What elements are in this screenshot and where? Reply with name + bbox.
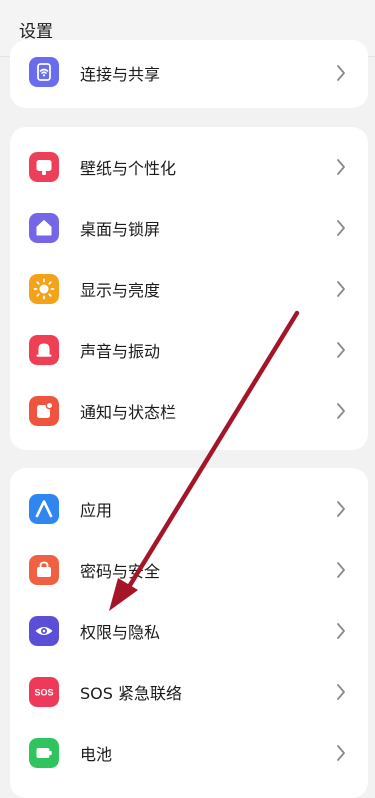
wallpaper-icon	[29, 152, 59, 182]
eye-icon	[29, 616, 59, 646]
settings-group-system: 应用 密码与安全 权限与隐私 SOS SOS 紧急联络 电池	[10, 468, 368, 798]
settings-item-label: 连接与共享	[80, 65, 161, 84]
chevron-right-icon	[336, 341, 346, 359]
settings-item-wallpaper[interactable]: 壁纸与个性化	[10, 136, 368, 197]
settings-item-password-security[interactable]: 密码与安全	[10, 539, 368, 600]
apps-icon	[29, 494, 59, 524]
wifi-share-icon	[29, 57, 59, 87]
settings-group-personalization: 壁纸与个性化 桌面与锁屏 显示与亮度 声音与振动 通知与状态栏	[10, 127, 368, 450]
settings-item-display-brightness[interactable]: 显示与亮度	[10, 258, 368, 319]
chevron-right-icon	[336, 622, 346, 640]
chevron-right-icon	[336, 500, 346, 518]
chevron-right-icon	[336, 683, 346, 701]
settings-item-label: SOS 紧急联络	[80, 684, 182, 703]
lock-bag-icon	[29, 555, 59, 585]
settings-item-label: 应用	[80, 501, 113, 520]
chevron-right-icon	[336, 280, 346, 298]
settings-group-connectivity: 连接与共享	[10, 40, 368, 108]
settings-item-sos[interactable]: SOS SOS 紧急联络	[10, 661, 368, 722]
settings-item-label: 权限与隐私	[80, 623, 161, 642]
settings-item-label: 电池	[80, 745, 113, 764]
settings-item-desktop-lockscreen[interactable]: 桌面与锁屏	[10, 197, 368, 258]
settings-item-sound-vibration[interactable]: 声音与振动	[10, 319, 368, 380]
brightness-icon	[29, 274, 59, 304]
settings-item-label: 密码与安全	[80, 562, 161, 581]
sos-icon: SOS	[29, 677, 59, 707]
battery-icon	[29, 738, 59, 768]
settings-item-label: 声音与振动	[80, 342, 161, 361]
sos-badge-text: SOS	[34, 688, 53, 698]
chevron-right-icon	[336, 561, 346, 579]
settings-item-label: 壁纸与个性化	[80, 159, 177, 178]
settings-item-apps[interactable]: 应用	[10, 478, 368, 539]
settings-item-connection-sharing[interactable]: 连接与共享	[10, 40, 368, 101]
settings-item-label: 桌面与锁屏	[80, 220, 161, 239]
settings-item-permissions-privacy[interactable]: 权限与隐私	[10, 600, 368, 661]
settings-item-label: 通知与状态栏	[80, 403, 177, 422]
settings-item-notification-statusbar[interactable]: 通知与状态栏	[10, 380, 368, 441]
settings-item-battery[interactable]: 电池	[10, 722, 368, 783]
settings-item-label: 显示与亮度	[80, 281, 161, 300]
notification-icon	[29, 396, 59, 426]
bell-icon	[29, 335, 59, 365]
chevron-right-icon	[336, 64, 346, 82]
chevron-right-icon	[336, 402, 346, 420]
chevron-right-icon	[336, 744, 346, 762]
chevron-right-icon	[336, 158, 346, 176]
home-lock-icon	[29, 213, 59, 243]
page-title: 设置	[19, 22, 53, 42]
chevron-right-icon	[336, 219, 346, 237]
